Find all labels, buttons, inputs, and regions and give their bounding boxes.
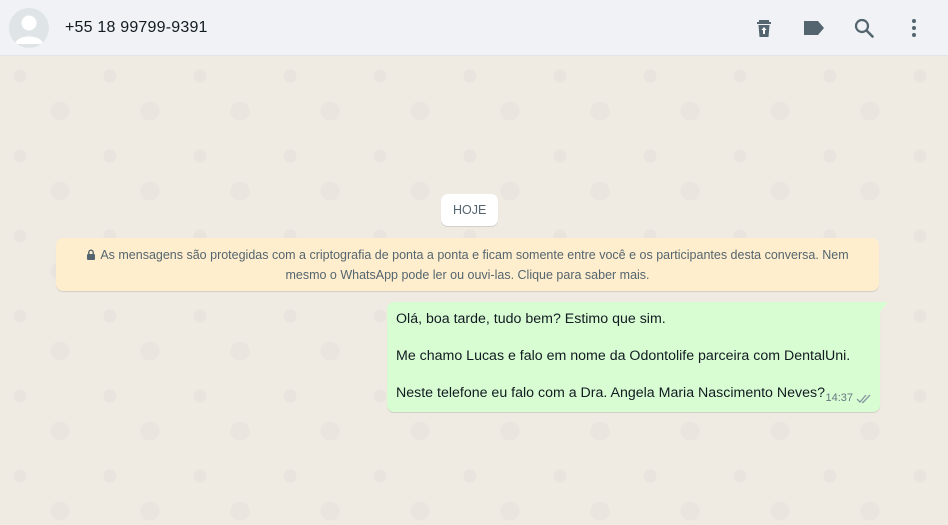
encryption-text: As mensagens são protegidas com a cripto… [100,248,849,282]
double-check-icon [856,394,871,404]
chat-header: +55 18 99799-9391 [0,0,948,56]
date-chip: HOJE [441,194,499,226]
message-time: 14:37 [825,392,853,404]
menu-icon [912,18,916,37]
contact-name[interactable]: +55 18 99799-9391 [65,19,208,37]
search-button[interactable] [844,8,884,48]
outgoing-message[interactable]: Olá, boa tarde, tudo bem? Estimo que sim… [387,302,880,412]
search-icon [854,18,874,38]
chat-panel[interactable]: HOJE As mensagens são protegidas com a c… [0,56,948,525]
trash-button[interactable] [744,8,784,48]
default-avatar-icon [15,15,43,44]
bubble-tail [880,302,888,312]
label-button[interactable] [794,8,834,48]
lock-icon [87,249,96,260]
encryption-notice[interactable]: As mensagens são protegidas com a cripto… [56,238,879,291]
menu-button[interactable] [894,8,934,48]
message-meta: 14:37 [825,389,872,408]
message-line: Me chamo Lucas e falo em nome da Odontol… [396,348,851,364]
label-icon [804,20,824,35]
message-line: Olá, boa tarde, tudo bem? Estimo que sim… [396,311,666,327]
header-actions [734,8,934,48]
avatar[interactable] [9,7,49,48]
message-line: Neste telefone eu falo com a Dra. Angela… [396,385,825,401]
trash-icon [757,19,771,37]
